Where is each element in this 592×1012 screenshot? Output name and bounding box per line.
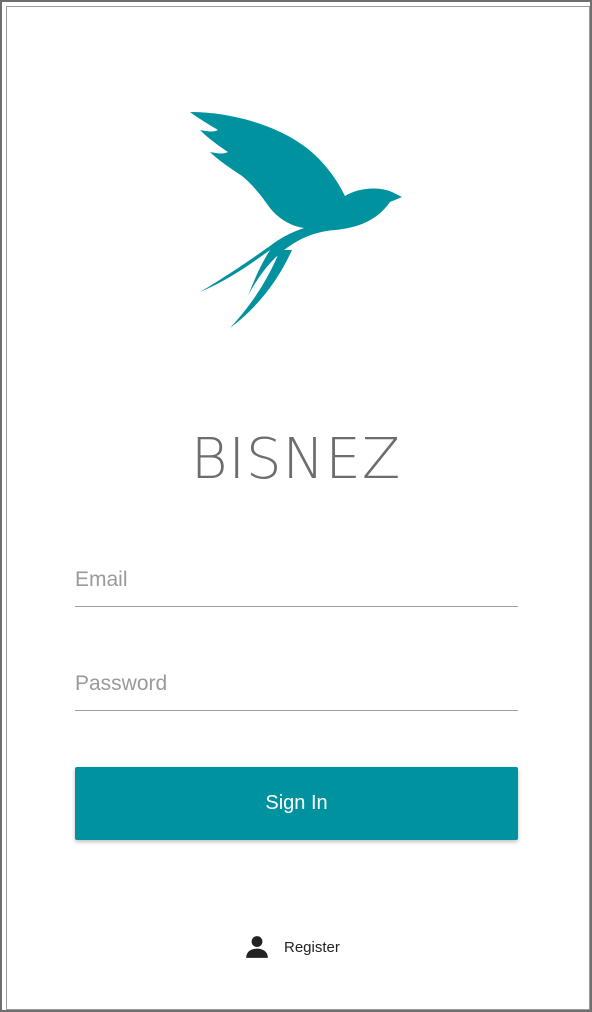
register-link[interactable]: Register <box>244 932 340 962</box>
email-input[interactable] <box>75 547 518 606</box>
swallow-bird-icon <box>190 112 402 328</box>
app-title: BISNEZ <box>190 427 402 492</box>
password-input[interactable] <box>75 651 518 710</box>
password-field[interactable] <box>75 651 518 711</box>
person-icon <box>246 936 268 958</box>
sign-in-button[interactable]: Sign In <box>75 767 518 840</box>
email-field[interactable] <box>75 547 518 607</box>
register-label: Register <box>284 938 340 956</box>
